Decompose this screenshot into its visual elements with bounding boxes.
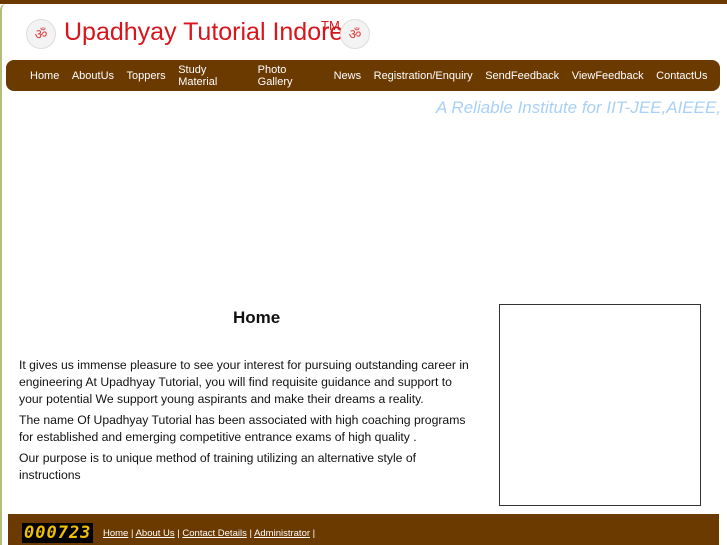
footer-link-admin[interactable]: Administrator [254, 528, 310, 539]
footer-link-home[interactable]: Home [103, 528, 128, 539]
paragraph: It gives us immense pleasure to see your… [19, 358, 469, 406]
nav-aboutus[interactable]: AboutUs [72, 70, 114, 82]
footer: 000723 Home | About Us | Contact Details… [8, 514, 719, 545]
footer-link-about[interactable]: About Us [136, 528, 175, 539]
nav-registration[interactable]: Registration/Enquiry [374, 70, 473, 82]
page-heading: Home [233, 308, 281, 327]
nav-study-material[interactable]: Study Material [178, 64, 245, 88]
nav-view-feedback[interactable]: ViewFeedback [572, 70, 644, 82]
visitor-counter: 000723 [22, 523, 94, 543]
nav-contactus[interactable]: ContactUs [656, 70, 707, 82]
site-title: Upadhyay Tutorial Indore [64, 18, 344, 46]
footer-link-contact[interactable]: Contact Details [182, 528, 246, 539]
marquee-tagline: A Reliable Institute for IIT-JEE,AIEEE, [436, 98, 722, 117]
main-nav: Home AboutUs Toppers Study Material Phot… [6, 60, 720, 91]
content: It gives us immense pleasure to see your… [19, 357, 479, 488]
nav-home[interactable]: Home [30, 70, 59, 82]
om-logo-right-icon: ॐ [340, 19, 370, 49]
om-logo-left-icon: ॐ [26, 19, 56, 49]
trademark: TM [321, 18, 340, 33]
side-box [499, 304, 701, 506]
nav-send-feedback[interactable]: SendFeedback [485, 70, 559, 82]
nav-photo-gallery[interactable]: Photo Gallery [258, 64, 321, 88]
nav-news[interactable]: News [334, 70, 362, 82]
nav-toppers[interactable]: Toppers [127, 70, 166, 82]
footer-links: Home | About Us | Contact Details | Admi… [103, 528, 316, 539]
paragraph: Our purpose is to unique method of train… [19, 451, 416, 482]
paragraph: The name Of Upadhyay Tutorial has been a… [19, 413, 466, 444]
